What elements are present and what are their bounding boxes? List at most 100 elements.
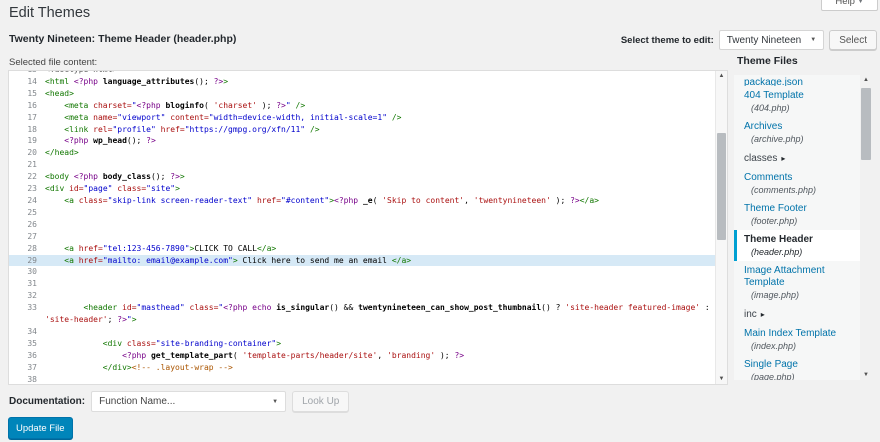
code-line[interactable]: 29 <a href="mailto: email@example.com"> … <box>9 255 715 267</box>
scroll-down-icon[interactable]: ▼ <box>716 374 727 384</box>
code-text: </div><!-- .layout-wrap --> <box>45 362 715 374</box>
documentation-row: Documentation: Function Name... ▼ Look U… <box>9 391 349 412</box>
code-line[interactable]: 36 <?php get_template_part( 'template-pa… <box>9 350 715 362</box>
code-line[interactable]: 38 <box>9 374 715 385</box>
files-scrollbar[interactable]: ▲ ▼ <box>860 75 872 380</box>
theme-file-link-partial[interactable]: package.json <box>744 77 859 86</box>
theme-file-item[interactable]: Theme Header(header.php) <box>734 230 872 261</box>
theme-file-item[interactable]: Main Index Template(index.php) <box>744 324 859 355</box>
code-line[interactable]: 21 <box>9 159 715 171</box>
folder-arrow-icon: ▸ <box>761 310 765 319</box>
code-text: </head> <box>45 147 715 159</box>
scroll-up-icon[interactable]: ▲ <box>860 75 872 85</box>
code-line[interactable]: 27 <box>9 231 715 243</box>
code-line[interactable]: 34 <box>9 326 715 338</box>
editor-scrollbar-thumb[interactable] <box>717 133 726 240</box>
code-line[interactable]: 35 <div class="site-branding-container"> <box>9 338 715 350</box>
code-text: <?php get_template_part( 'template-parts… <box>45 350 715 362</box>
line-number: 29 <box>9 255 37 267</box>
theme-file-filename: (index.php) <box>744 340 859 352</box>
theme-file-link[interactable]: Archives <box>744 121 859 133</box>
line-number: 23 <box>9 183 37 195</box>
function-name-select[interactable]: Function Name... ▼ <box>91 391 286 412</box>
code-line[interactable]: 23 <div id="page" class="site"> <box>9 183 715 195</box>
theme-file-link[interactable]: Single Page <box>744 359 859 371</box>
code-text: <meta charset="<?php bloginfo( 'charset'… <box>45 100 715 112</box>
line-number: 24 <box>9 195 37 207</box>
line-number: 32 <box>9 290 37 302</box>
code-text: <a href="tel:123-456-7890">CLICK TO CALL… <box>45 243 715 255</box>
code-lines: 13<!doctype html>14<html <?php language_… <box>9 70 715 385</box>
line-number: 19 <box>9 135 37 147</box>
code-line[interactable]: 25 <box>9 207 715 219</box>
help-button[interactable]: Help ▼ <box>821 0 878 11</box>
line-number: 15 <box>9 88 37 100</box>
line-number: 16 <box>9 100 37 112</box>
theme-file-item[interactable]: 404 Template(404.php) <box>744 86 859 117</box>
line-number: 18 <box>9 124 37 136</box>
code-text: <meta name="viewport" content="width=dev… <box>45 112 715 124</box>
line-number: 35 <box>9 338 37 350</box>
documentation-label: Documentation: <box>9 396 85 407</box>
code-text <box>45 207 715 219</box>
theme-file-link[interactable]: Theme Header <box>744 234 859 246</box>
code-line[interactable]: 24 <a class="skip-link screen-reader-tex… <box>9 195 715 207</box>
code-line[interactable]: 16 <meta charset="<?php bloginfo( 'chars… <box>9 100 715 112</box>
line-number: 17 <box>9 112 37 124</box>
code-line[interactable]: 19 <?php wp_head(); ?> <box>9 135 715 147</box>
code-line[interactable]: 20 </head> <box>9 147 715 159</box>
code-text: <?php wp_head(); ?> <box>45 135 715 147</box>
code-line[interactable]: 22<body <?php body_class(); ?>> <box>9 171 715 183</box>
theme-file-item[interactable]: Archives(archive.php) <box>744 117 859 148</box>
code-line[interactable]: 32 <box>9 290 715 302</box>
files-scrollbar-thumb[interactable] <box>861 88 871 160</box>
code-line[interactable]: 18 <link rel="profile" href="https://gmp… <box>9 124 715 136</box>
theme-file-item[interactable]: Theme Footer(footer.php) <box>744 199 859 230</box>
code-line[interactable]: 15<head> <box>9 88 715 100</box>
theme-file-link[interactable]: Main Index Template <box>744 328 859 340</box>
code-line[interactable]: 28 <a href="tel:123-456-7890">CLICK TO C… <box>9 243 715 255</box>
theme-file-link[interactable]: 404 Template <box>744 90 859 102</box>
theme-select-value: Twenty Nineteen <box>727 35 802 46</box>
select-theme-button[interactable]: Select <box>829 30 877 50</box>
theme-file-item[interactable]: Single Page(page.php) <box>744 355 859 380</box>
code-editor[interactable]: 13<!doctype html>14<html <?php language_… <box>8 70 728 385</box>
code-text: <header id="masthead" class="<?php echo … <box>45 302 715 326</box>
code-text: <div id="page" class="site"> <box>45 183 715 195</box>
code-text <box>45 326 715 338</box>
theme-select-row: Select theme to edit: Twenty Nineteen ▼ … <box>621 30 877 50</box>
line-number: 20 <box>9 147 37 159</box>
theme-file-item[interactable]: Comments(comments.php) <box>744 168 859 199</box>
theme-file-link[interactable]: Theme Footer <box>744 203 859 215</box>
code-text <box>45 374 715 385</box>
theme-file-link[interactable]: Comments <box>744 172 859 184</box>
theme-folder-classes[interactable]: classes▸ <box>744 148 859 168</box>
code-text <box>45 159 715 171</box>
line-number: 21 <box>9 159 37 171</box>
update-file-button[interactable]: Update File <box>8 417 73 439</box>
theme-files-list: package.json404 Template(404.php)Archive… <box>734 75 872 380</box>
code-line[interactable]: 31 <box>9 278 715 290</box>
code-line[interactable]: 14<html <?php language_attributes(); ?>> <box>9 76 715 88</box>
code-text: <a class="skip-link screen-reader-text" … <box>45 195 715 207</box>
code-line[interactable]: 30 <box>9 266 715 278</box>
code-line[interactable]: 17 <meta name="viewport" content="width=… <box>9 112 715 124</box>
scroll-up-icon[interactable]: ▲ <box>716 71 727 81</box>
code-line[interactable]: 37 </div><!-- .layout-wrap --> <box>9 362 715 374</box>
folder-arrow-icon: ▸ <box>781 154 785 163</box>
line-number: 36 <box>9 350 37 362</box>
editor-scrollbar[interactable]: ▲ ▼ <box>715 71 727 384</box>
code-line[interactable]: 33 <header id="masthead" class="<?php ec… <box>9 302 715 326</box>
line-number: 14 <box>9 76 37 88</box>
look-up-button[interactable]: Look Up <box>292 391 349 412</box>
line-number: 27 <box>9 231 37 243</box>
theme-file-item[interactable]: Image Attachment Template(image.php) <box>744 261 859 304</box>
theme-folder-inc[interactable]: inc▸ <box>744 304 859 324</box>
code-text: <link rel="profile" href="https://gmpg.o… <box>45 124 715 136</box>
theme-files-panel: package.json404 Template(404.php)Archive… <box>734 75 872 380</box>
chevron-down-icon: ▼ <box>810 37 816 43</box>
theme-select[interactable]: Twenty Nineteen ▼ <box>719 30 824 50</box>
code-line[interactable]: 26 <box>9 219 715 231</box>
scroll-down-icon[interactable]: ▼ <box>860 370 872 380</box>
theme-file-link[interactable]: Image Attachment Template <box>744 265 859 289</box>
